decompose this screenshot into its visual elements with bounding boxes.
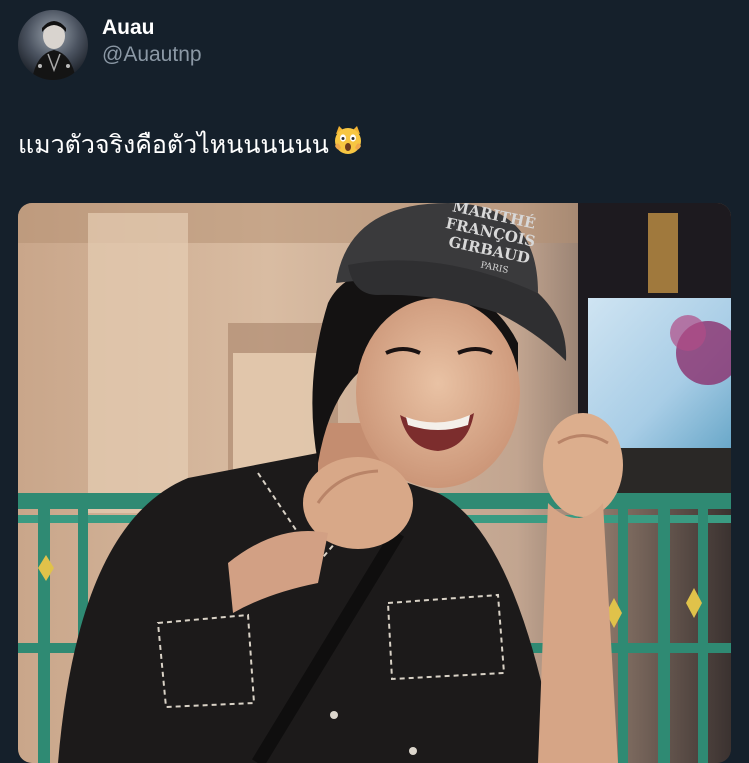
tweet-photo[interactable]: MARITHÉ FRANÇOIS GIRBAUD PARIS (18, 203, 731, 763)
photo-scene: MARITHÉ FRANÇOIS GIRBAUD PARIS (18, 203, 731, 763)
tweet-header: Auau @Auautnp (18, 10, 202, 80)
avatar-photo (32, 21, 76, 80)
display-name[interactable]: Auau (102, 15, 202, 41)
tweet-body: แมวตัวจริงคือตัวไหนนนนนน (18, 124, 364, 165)
user-handle[interactable]: @Auautnp (102, 41, 202, 69)
avatar[interactable] (18, 10, 88, 80)
author-names: Auau @Auautnp (102, 15, 202, 69)
tweet-text: แมวตัวจริงคือตัวไหนนนนนน (18, 129, 329, 159)
face-screaming-cat-emoji-icon (332, 124, 364, 165)
